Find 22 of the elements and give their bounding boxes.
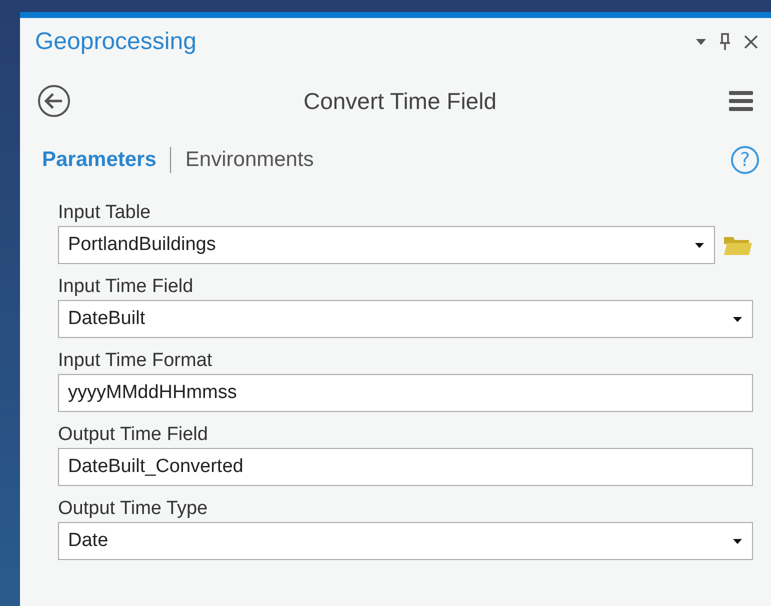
pane-title: Geoprocessing <box>35 28 196 56</box>
dropdown-field[interactable]: Date <box>58 522 753 560</box>
parameter-label: Input Time Field <box>58 275 194 299</box>
caret-icon <box>733 538 742 544</box>
tab[interactable]: Parameters <box>42 148 156 172</box>
parameter-label: Input Table <box>58 201 152 225</box>
dropdown-icon[interactable] <box>695 38 707 46</box>
dropdown-field[interactable]: DateBuilt <box>58 300 753 338</box>
parameter-label: Output Time Type <box>58 497 209 521</box>
parameter-label: Input Time Format <box>58 349 214 373</box>
back-icon[interactable] <box>37 84 71 118</box>
parameter-label: Output Time Field <box>58 423 209 447</box>
pin-icon[interactable] <box>719 33 731 51</box>
caret-icon <box>733 316 742 322</box>
menu-icon[interactable] <box>729 90 753 112</box>
tab[interactable]: Environments <box>185 148 314 172</box>
tool-title: Convert Time Field <box>302 88 498 114</box>
close-icon[interactable] <box>743 34 759 50</box>
caret-icon <box>695 242 704 248</box>
input-field[interactable]: DateBuilt_Converted <box>58 448 753 486</box>
input-field[interactable]: yyyyMMddHHmmss <box>58 374 753 412</box>
dropdown-field[interactable]: PortlandBuildings <box>58 226 715 264</box>
